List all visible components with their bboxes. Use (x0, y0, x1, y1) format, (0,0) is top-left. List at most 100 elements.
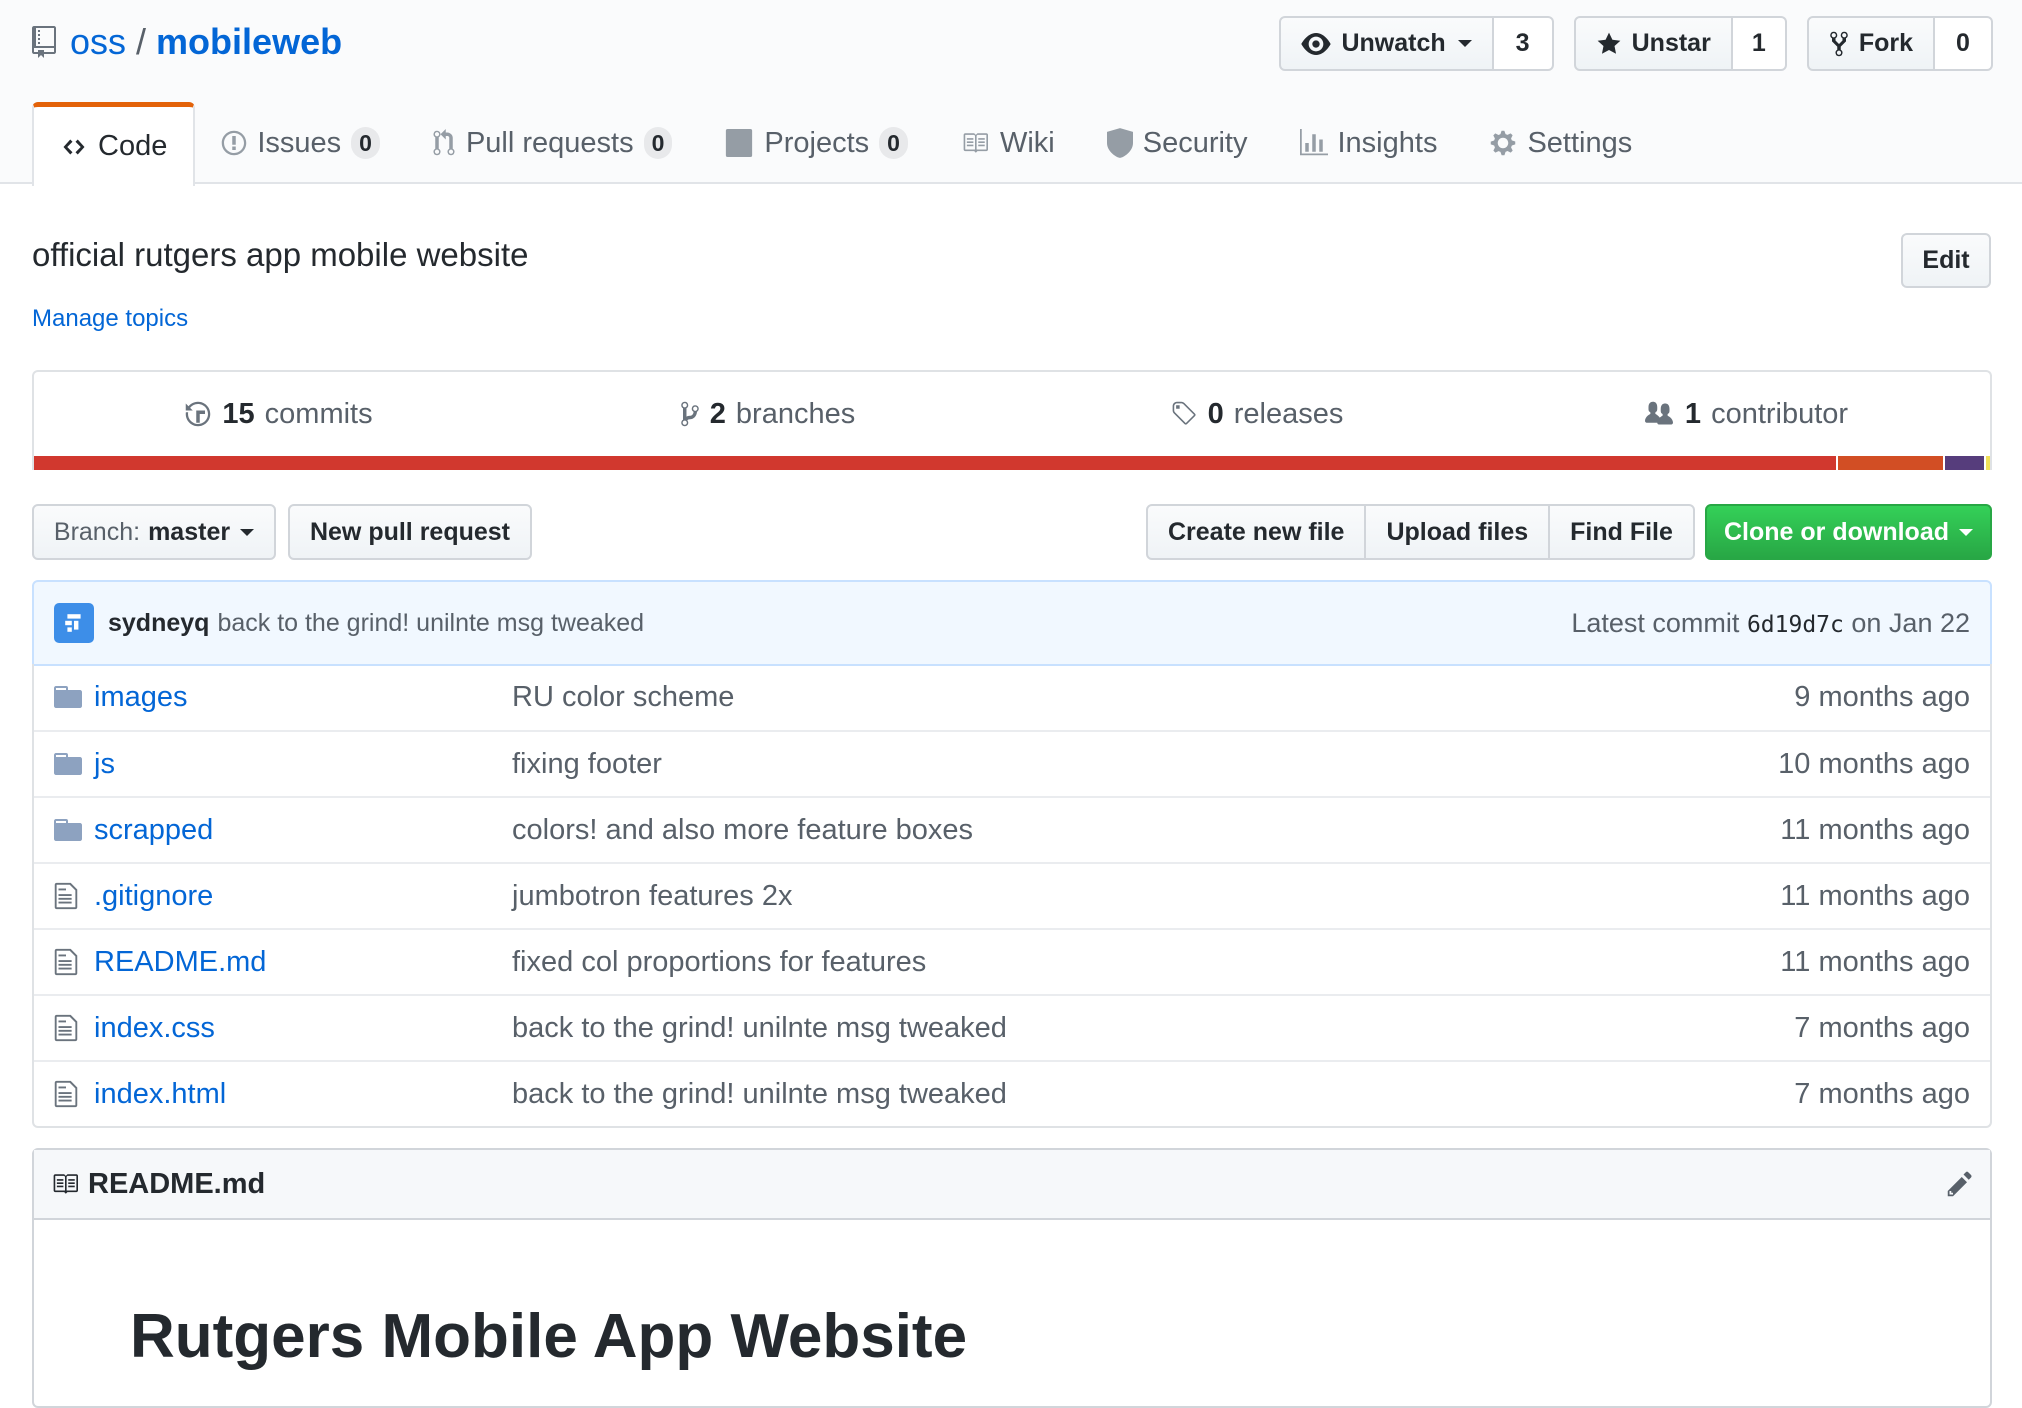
table-row: index.css back to the grind! unilnte msg … (34, 994, 1990, 1060)
file-commit-message-link[interactable]: back to the grind! unilnte msg tweaked (512, 1078, 1794, 1111)
language-segment[interactable] (1984, 456, 1990, 470)
new-pull-request-button[interactable]: New pull request (288, 504, 532, 560)
commit-message-link[interactable]: back to the grind! unilnte msg tweaked (217, 609, 644, 638)
file-age: 11 months ago (1780, 879, 1970, 912)
avatar[interactable] (54, 603, 94, 643)
tab-projects[interactable]: Projects 0 (698, 102, 934, 184)
repo-owner-link[interactable]: oss (70, 21, 126, 63)
tab-wiki[interactable]: Wiki (934, 102, 1081, 184)
tab-code-label: Code (98, 130, 168, 162)
file-age: 10 months ago (1778, 747, 1970, 780)
chevron-down-icon (1457, 40, 1472, 47)
upload-files-button[interactable]: Upload files (1366, 504, 1551, 560)
file-icon (54, 1013, 84, 1043)
file-commit-message-link[interactable]: jumbotron features 2x (512, 880, 1780, 913)
edit-description-button[interactable]: Edit (1901, 233, 1991, 288)
tag-icon (1170, 400, 1198, 428)
branches-link[interactable]: 2 branches (523, 372, 1012, 456)
table-row: README.md fixed col proportions for featu… (34, 928, 1990, 994)
file-age: 11 months ago (1780, 813, 1970, 846)
tab-projects-label: Projects (764, 126, 870, 159)
book-icon (50, 1171, 80, 1197)
clone-or-download-button[interactable]: Clone or download (1705, 504, 1992, 560)
tab-security[interactable]: Security (1081, 102, 1274, 184)
code-icon (60, 135, 88, 159)
pull-requests-counter: 0 (643, 127, 673, 159)
file-name-link[interactable]: scrapped (94, 814, 512, 847)
gear-icon (1489, 129, 1517, 157)
tab-security-label: Security (1142, 126, 1248, 159)
commit-author-link[interactable]: sydneyq (108, 609, 209, 638)
branch-icon (680, 400, 700, 428)
tab-issues-label: Issues (257, 126, 342, 159)
contributors-link[interactable]: 1 contributor (1501, 372, 1990, 456)
find-file-button[interactable]: Find File (1550, 504, 1695, 560)
file-commit-message-link[interactable]: colors! and also more feature boxes (512, 814, 1780, 847)
repo-nav: Code Issues 0 Pull requests 0 Projects 0 (32, 102, 1658, 186)
commit-sha-link[interactable]: 6d19d7c (1747, 612, 1844, 638)
unwatch-button[interactable]: Unwatch (1279, 16, 1494, 71)
branches-label: branches (735, 397, 856, 430)
stargazers-count[interactable]: 1 (1732, 16, 1787, 71)
clone-label: Clone or download (1724, 517, 1949, 546)
unwatch-label: Unwatch (1341, 29, 1446, 57)
readme-heading: Rutgers Mobile App Website (130, 1302, 968, 1371)
tab-settings[interactable]: Settings (1463, 102, 1658, 184)
tab-pull-requests[interactable]: Pull requests 0 (406, 102, 698, 184)
branch-select-button[interactable]: Branch: master (32, 504, 276, 560)
table-row: images RU color scheme 9 months ago (34, 664, 1990, 730)
repo-description: official rutgers app mobile website (32, 236, 529, 273)
file-actions-group: Create new file Upload files Find File (1146, 504, 1695, 560)
contributors-count: 1 (1684, 397, 1702, 430)
table-row: .gitignore jumbotron features 2x 11 months… (34, 862, 1990, 928)
repo-name-link[interactable]: mobileweb (156, 21, 342, 63)
file-commit-message-link[interactable]: back to the grind! unilnte msg tweaked (512, 1012, 1794, 1045)
language-segment[interactable] (1835, 456, 1944, 470)
repo-actions: Unwatch 3 Unstar 1 Fork 0 (1279, 16, 1993, 71)
chevron-down-icon (1959, 528, 1973, 536)
contributors-label: contributor (1711, 397, 1849, 430)
file-name-link[interactable]: images (94, 681, 512, 714)
tab-insights-label: Insights (1337, 126, 1438, 159)
tab-wiki-label: Wiki (999, 126, 1055, 159)
eye-icon (1301, 32, 1332, 55)
latest-commit-prefix: Latest commit (1571, 607, 1740, 638)
file-name-link[interactable]: index.html (94, 1078, 512, 1111)
pull-request-icon (432, 129, 456, 157)
file-age: 7 months ago (1794, 1011, 1970, 1044)
tab-insights[interactable]: Insights (1274, 102, 1464, 184)
branch-prefix: Branch: (53, 517, 141, 546)
numbers-summary: 15 commits 2 branches 0 releases 1 contr… (32, 370, 1992, 470)
manage-topics-link[interactable]: Manage topics (32, 305, 188, 333)
language-segment[interactable] (1943, 456, 1985, 470)
fork-icon (1829, 30, 1849, 58)
language-segment[interactable] (34, 456, 1836, 470)
tab-issues[interactable]: Issues 0 (195, 102, 406, 184)
file-name-link[interactable]: js (94, 748, 512, 781)
file-name-link[interactable]: README.md (94, 946, 512, 979)
fork-button[interactable]: Fork (1806, 16, 1935, 71)
language-bar[interactable] (34, 456, 1990, 470)
fork-label: Fork (1858, 29, 1913, 57)
commits-link[interactable]: 15 commits (34, 372, 523, 456)
file-age: 7 months ago (1794, 1077, 1970, 1110)
file-name-link[interactable]: .gitignore (94, 880, 512, 913)
file-commit-message-link[interactable]: fixed col proportions for features (512, 946, 1780, 979)
file-icon (54, 947, 84, 977)
pencil-icon[interactable] (1946, 1170, 1974, 1198)
history-icon (184, 400, 212, 428)
table-row: index.html back to the grind! unilnte msg… (34, 1060, 1990, 1126)
file-name-link[interactable]: index.css (94, 1012, 512, 1045)
create-new-file-button[interactable]: Create new file (1146, 504, 1367, 560)
releases-link[interactable]: 0 releases (1012, 372, 1501, 456)
unstar-button[interactable]: Unstar (1573, 16, 1733, 71)
file-commit-message-link[interactable]: fixing footer (512, 748, 1778, 781)
tab-code[interactable]: Code (32, 102, 196, 186)
watchers-count[interactable]: 3 (1493, 16, 1554, 71)
forks-count[interactable]: 0 (1935, 16, 1993, 71)
repo-separator: / (136, 21, 147, 62)
star-icon (1596, 31, 1622, 57)
file-commit-message-link[interactable]: RU color scheme (512, 681, 1794, 714)
book-icon (960, 130, 990, 156)
project-icon (724, 129, 754, 157)
